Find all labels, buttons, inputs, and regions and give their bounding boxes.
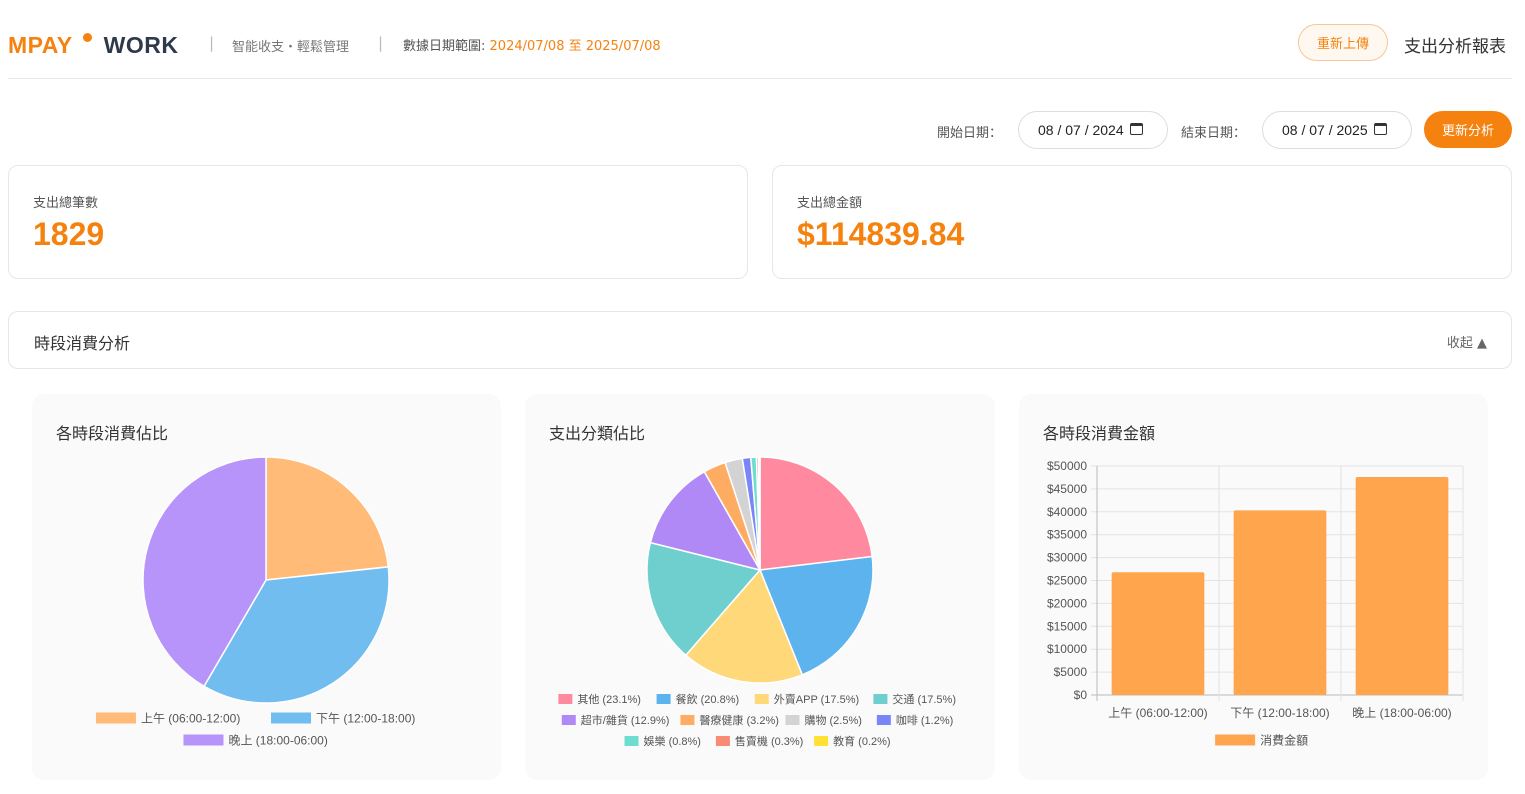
logo-dot-icon — [82, 33, 92, 42]
y-tick-label: $30000 — [1047, 551, 1087, 565]
bar[interactable] — [1233, 510, 1327, 695]
legend-label[interactable]: 娛樂 (0.8%) — [644, 734, 701, 748]
slogan: 智能收支・輕鬆管理 — [232, 40, 350, 55]
y-tick-label: $5000 — [1054, 665, 1088, 679]
legend-swatch[interactable] — [873, 694, 888, 704]
legend-label[interactable]: 外賣APP (17.5%) — [774, 692, 859, 706]
brand-logo[interactable]: MPAY WORK — [8, 32, 178, 59]
y-tick-label: $50000 — [1047, 459, 1087, 473]
section-header: 時段消費分析 收起 ▲ — [8, 311, 1512, 369]
end-date-input[interactable]: 08 / 07 / 2025 — [1262, 111, 1412, 149]
legend-swatch[interactable] — [656, 694, 671, 704]
legend-label[interactable]: 晚上 (18:00-06:00) — [228, 733, 327, 747]
x-tick-label: 上午 (06:00-12:00) — [1108, 706, 1207, 720]
legend-swatch[interactable] — [715, 736, 730, 746]
bar[interactable] — [1111, 572, 1205, 695]
legend-swatch[interactable] — [785, 715, 800, 725]
calendar-icon[interactable] — [1129, 123, 1143, 135]
legend-swatch[interactable] — [271, 712, 311, 724]
x-tick-label: 下午 (12:00-18:00) — [1230, 706, 1329, 720]
legend-label[interactable]: 教育 (0.2%) — [833, 734, 890, 748]
header-separator: | — [378, 34, 384, 52]
legend-swatch[interactable] — [95, 712, 136, 724]
y-tick-label: $25000 — [1047, 574, 1087, 588]
legend-label[interactable]: 售賣機 (0.3%) — [735, 734, 803, 748]
stat-total-label: 支出總金額 — [797, 196, 863, 211]
end-date-value: 08 / 07 / 2025 — [1282, 122, 1368, 138]
end-date-label: 結束日期： — [1181, 126, 1247, 141]
section-title: 時段消費分析 — [34, 334, 131, 353]
legend-swatch[interactable] — [814, 736, 829, 746]
pie-slice — [759, 456, 874, 571]
stat-count-label: 支出總筆數 — [33, 196, 99, 211]
time-share-pie-chart: 上午 (06:00-12:00) 下午 (12:00-18:00) 晚上 (18:0… — [95, 456, 415, 747]
legend-swatch[interactable] — [624, 736, 639, 746]
legend-label[interactable]: 醫療健康 (3.2%) — [699, 713, 778, 727]
legend-swatch[interactable] — [561, 715, 576, 725]
legend-label[interactable]: 超市/雜貨 (12.9%) — [581, 713, 670, 727]
collapse-button[interactable]: 收起 ▲ — [1447, 332, 1487, 351]
y-tick-label: $20000 — [1047, 596, 1087, 610]
stat-card-count: 支出總筆數 1829 — [8, 165, 748, 279]
start-date-label: 開始日期： — [937, 126, 1003, 141]
y-tick-label: $35000 — [1047, 528, 1087, 542]
stat-total-value: $114839.84 — [797, 216, 965, 252]
time-amount-bar-chart: $0 $5000 $10000 $15000 $20000 $25000 $30000 $35… — [1047, 459, 1464, 747]
chart-card-time-share: 各時段消費佔比 上午 (06:00-12:00) 下午 (12:00-18:00)… — [32, 394, 501, 780]
stat-count-value: 1829 — [33, 216, 105, 252]
legend-label[interactable]: 其他 (23.1%) — [577, 693, 641, 706]
legend-label[interactable]: 購物 (2.5%) — [804, 713, 861, 727]
category-share-pie-chart: 其他 (23.1%) 餐飲 (20.8%) 外賣APP (17.5%) 交通 (17.… — [558, 456, 956, 748]
date-filter-bar: 開始日期： 08 / 07 / 2024 結束日期： 08 / 07 / 202… — [0, 111, 1525, 149]
legend-label[interactable]: 咖啡 (1.2%) — [896, 713, 953, 727]
header-separator: | — [209, 34, 215, 52]
legend-label[interactable]: 交通 (17.5%) — [892, 692, 956, 706]
date-range-label: 數據日期範圍: — [403, 39, 486, 54]
legend-label[interactable]: 上午 (06:00-12:00) — [141, 711, 240, 725]
chart-card-time-amount: 各時段消費金額 $0 $5000 $10000 $15000 $20000 $25000 $… — [1019, 394, 1488, 780]
legend-swatch[interactable] — [754, 694, 769, 704]
legend-swatch[interactable] — [1215, 734, 1256, 746]
update-analysis-button[interactable]: 更新分析 — [1424, 111, 1512, 148]
chart-card-category-share: 支出分類佔比 其他 (23.1%) 餐飲 (20.8%) 外賣APP (17.5%)… — [525, 394, 995, 780]
y-tick-label: $0 — [1074, 688, 1088, 702]
calendar-icon[interactable] — [1373, 123, 1387, 135]
bar[interactable] — [1355, 476, 1449, 695]
logo-text-mpay: MPAY — [8, 32, 73, 58]
legend-swatch[interactable] — [876, 715, 891, 725]
start-date-input[interactable]: 08 / 07 / 2024 — [1018, 111, 1168, 149]
date-range-value: 2024/07/08 至 2025/07/08 — [489, 39, 661, 54]
top-header: MPAY WORK | 智能收支・輕鬆管理 | 數據日期範圍: 2024/07/… — [8, 20, 1512, 79]
start-date-value: 08 / 07 / 2024 — [1038, 122, 1124, 138]
y-tick-label: $10000 — [1047, 642, 1087, 656]
pie-slice — [265, 456, 390, 581]
y-tick-label: $40000 — [1047, 505, 1087, 519]
report-title: 支出分析報表 — [1404, 37, 1506, 57]
logo-text-work: WORK — [103, 32, 179, 58]
legend-label[interactable]: 餐飲 (20.8%) — [676, 692, 740, 706]
reupload-button[interactable]: 重新上傳 — [1298, 24, 1388, 61]
legend-label[interactable]: 下午 (12:00-18:00) — [316, 711, 415, 725]
y-tick-label: $15000 — [1047, 619, 1087, 633]
legend-label[interactable]: 消費金額 — [1260, 732, 1308, 747]
x-tick-label: 晚上 (18:00-06:00) — [1352, 706, 1451, 720]
legend-swatch[interactable] — [183, 734, 224, 746]
y-tick-label: $45000 — [1047, 482, 1087, 496]
legend-swatch[interactable] — [680, 715, 695, 725]
date-range-info: 數據日期範圍: 2024/07/08 至 2025/07/08 — [403, 35, 661, 54]
legend-swatch[interactable] — [558, 694, 573, 704]
stat-card-total: 支出總金額 $114839.84 — [772, 165, 1512, 279]
